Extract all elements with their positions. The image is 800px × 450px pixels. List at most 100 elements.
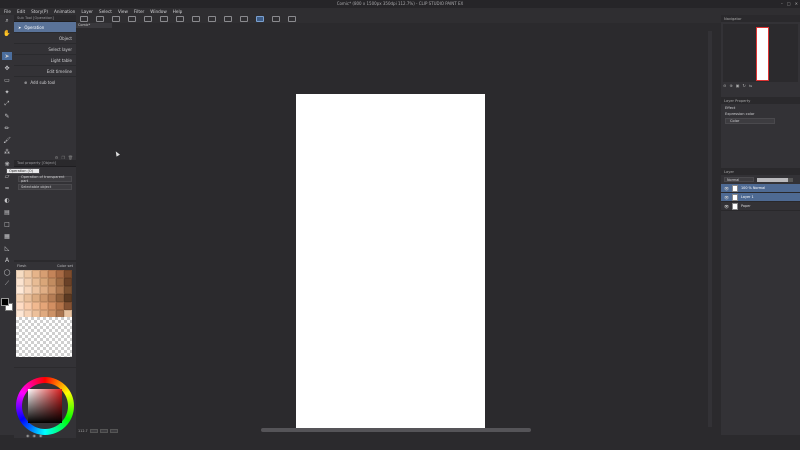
ruler-icon[interactable]: ◺ (2, 244, 12, 252)
decoration-icon[interactable]: ❋ (2, 160, 12, 168)
close-button[interactable]: ✕ (795, 1, 798, 6)
gradient-icon[interactable]: ▤ (2, 208, 12, 216)
color-swatch[interactable] (56, 294, 64, 302)
new-file-icon[interactable] (80, 16, 88, 22)
figure-icon[interactable]: □ (2, 220, 12, 228)
selection-icon[interactable]: ▭ (2, 76, 12, 84)
rotate-icon[interactable]: ↻ (743, 83, 746, 88)
brush-icon[interactable]: 🖌 (2, 136, 12, 144)
menu-select[interactable]: Select (99, 9, 112, 14)
fit-icon[interactable]: ▣ (736, 83, 740, 88)
hand-icon[interactable]: ✋ (2, 29, 12, 37)
color-swatch[interactable] (16, 270, 24, 278)
redo-icon[interactable] (160, 16, 168, 22)
add-sub-tool-button[interactable]: ⊕ Add sub tool (14, 77, 76, 87)
pencil-icon[interactable]: ✏ (2, 124, 12, 132)
vertical-scrollbar[interactable] (708, 31, 712, 427)
color-swatch[interactable] (40, 270, 48, 278)
color-swatch[interactable] (64, 286, 72, 294)
color-swatch[interactable] (40, 278, 48, 286)
color-swatch[interactable] (64, 294, 72, 302)
blend-mode-select[interactable]: Normal (724, 177, 754, 182)
color-swatch[interactable] (32, 278, 40, 286)
menu-help[interactable]: Help (173, 9, 183, 14)
minimize-button[interactable]: – (781, 1, 783, 6)
color-swatch[interactable] (64, 270, 72, 278)
trash-icon[interactable]: 🗑 (68, 155, 73, 160)
color-swatch[interactable] (32, 294, 40, 302)
color-mode-icon[interactable]: ◉ (33, 433, 37, 438)
rotate-field[interactable] (109, 429, 118, 433)
fill-tool-icon[interactable]: ◐ (2, 196, 12, 204)
saturation-value-square[interactable] (28, 389, 62, 423)
color-swatch[interactable] (32, 286, 40, 294)
color-mode-icon[interactable]: ◉ (39, 433, 43, 438)
save-icon[interactable] (112, 16, 120, 22)
color-swatch[interactable] (56, 286, 64, 294)
correct-line-icon[interactable]: ⟋ (2, 280, 12, 288)
color-swatch[interactable] (48, 294, 56, 302)
move-layer-icon[interactable]: ✥ (2, 64, 12, 72)
menu-story[interactable]: Story(P) (31, 9, 48, 14)
color-swatch[interactable] (24, 270, 32, 278)
eye-icon[interactable]: 👁 (724, 186, 729, 191)
crop-icon[interactable] (208, 16, 216, 22)
sub-tool-select-layer[interactable]: Select layer (14, 44, 76, 55)
flip-icon[interactable]: ⇋ (749, 83, 752, 88)
menu-edit[interactable]: Edit (17, 9, 25, 14)
copy-icon[interactable]: ❐ (61, 155, 65, 160)
color-swatch[interactable] (48, 286, 56, 294)
transform-icon[interactable] (224, 16, 232, 22)
color-swatch[interactable] (56, 302, 64, 310)
horizontal-scrollbar[interactable] (261, 428, 531, 432)
text-icon[interactable]: A (2, 256, 12, 264)
expression-color-select[interactable]: Color (725, 118, 775, 124)
clear-icon[interactable] (176, 16, 184, 22)
color-swatch[interactable] (24, 286, 32, 294)
color-mode-icon[interactable]: ◉ (26, 433, 30, 438)
color-swatch[interactable] (48, 278, 56, 286)
color-swatch[interactable] (24, 278, 32, 286)
zoom-icon[interactable]: ⌕ (2, 17, 12, 25)
menu-file[interactable]: File (4, 9, 11, 14)
eye-icon[interactable]: 👁 (724, 204, 729, 209)
operation-tool-icon[interactable]: ➤ (2, 52, 12, 60)
deselect-icon[interactable] (192, 16, 200, 22)
settings-icon[interactable]: ⚙ (55, 155, 59, 160)
color-swatch[interactable] (64, 302, 72, 310)
eyedropper-icon[interactable]: ⤢ (2, 100, 12, 108)
export-icon[interactable] (128, 16, 136, 22)
zoom-out-button[interactable] (89, 429, 98, 433)
menu-window[interactable]: Window (150, 9, 167, 14)
transparent-part-field[interactable]: Operation of transparent part (18, 175, 72, 183)
color-swatch[interactable] (24, 294, 32, 302)
document-tab[interactable]: Comic* (76, 23, 112, 28)
color-swatch[interactable] (40, 302, 48, 310)
pen-icon[interactable]: ✎ (2, 112, 12, 120)
zoom-out-icon[interactable]: ⊖ (723, 83, 726, 88)
snap-ruler-icon[interactable] (256, 16, 264, 22)
layer-row[interactable]: 👁 Layer 1 (721, 193, 800, 202)
layer-row[interactable]: 👁 100 % Normal (721, 184, 800, 193)
color-swatch[interactable] (64, 278, 72, 286)
sub-tool-operation[interactable]: ➤ Operation (14, 22, 76, 33)
zoom-value[interactable]: 112.7 (78, 429, 88, 433)
menu-view[interactable]: View (118, 9, 128, 14)
open-file-icon[interactable] (96, 16, 104, 22)
fill-icon[interactable] (240, 16, 248, 22)
menu-animation[interactable]: Animation (54, 9, 75, 14)
hue-ring[interactable] (16, 377, 74, 435)
undo-icon[interactable] (144, 16, 152, 22)
sub-tool-edit-timeline[interactable]: Edit timeline (14, 66, 76, 77)
color-swatch[interactable] (32, 302, 40, 310)
main-color-swatch[interactable] (1, 298, 9, 306)
color-swatch[interactable] (32, 270, 40, 278)
balloon-icon[interactable]: ◯ (2, 268, 12, 276)
color-swatch[interactable] (16, 302, 24, 310)
menu-layer[interactable]: Layer (81, 9, 93, 14)
color-swatch[interactable] (16, 278, 24, 286)
color-swatch[interactable] (48, 302, 56, 310)
color-swatch[interactable] (40, 294, 48, 302)
zoom-in-button[interactable] (99, 429, 108, 433)
auto-select-icon[interactable]: ✦ (2, 88, 12, 96)
